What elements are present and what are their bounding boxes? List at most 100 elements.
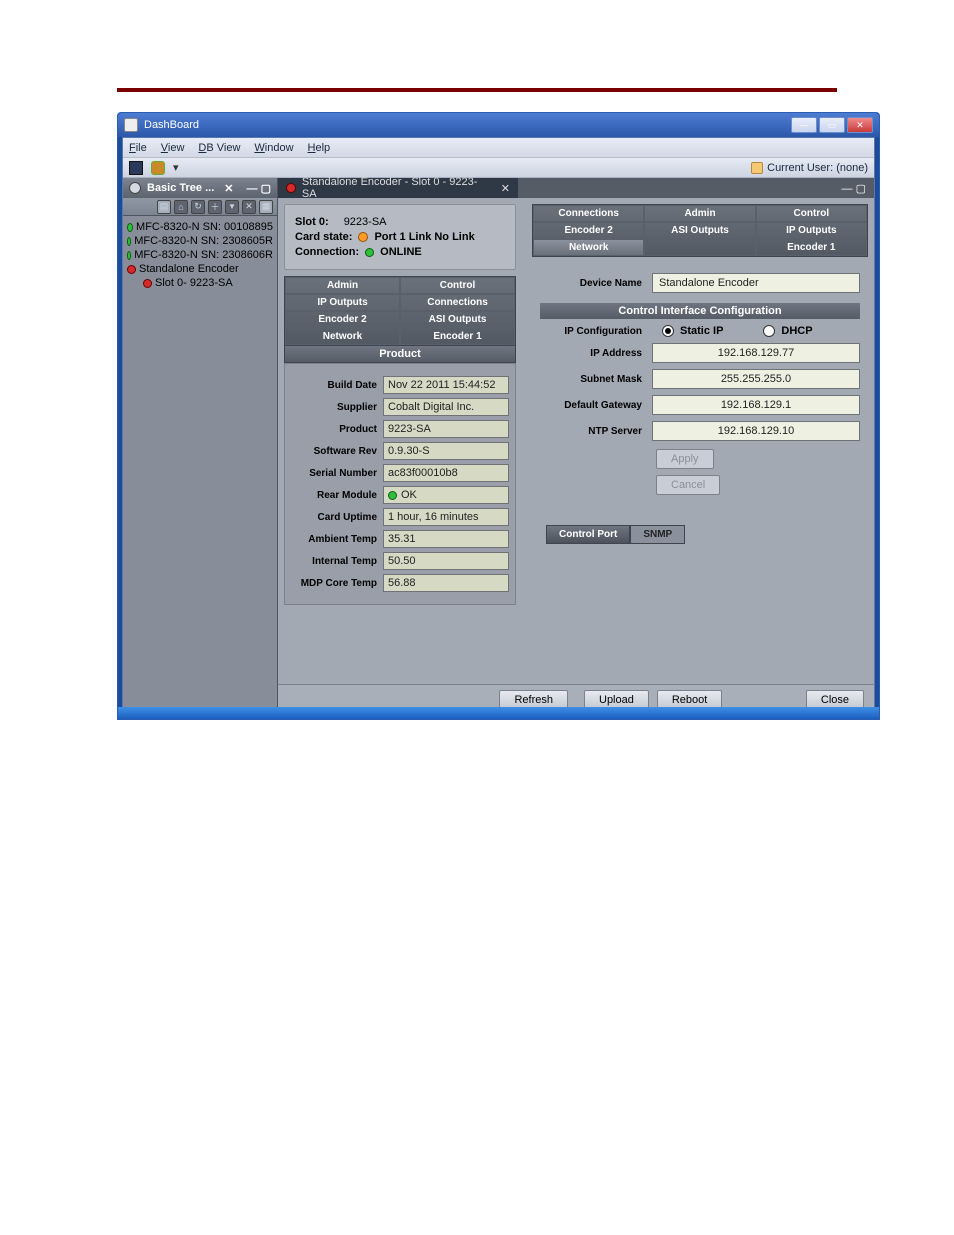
editor-tabstrip: Standalone Encoder - Slot 0 - 9223-SA ✕ …: [278, 178, 874, 198]
field-label: Rear Module: [291, 490, 383, 501]
menu-bar: File View DB View Window Help: [123, 138, 874, 158]
editor-panel-controls[interactable]: — ▢: [842, 182, 874, 195]
tree-row[interactable]: MFC-8320-N SN: 2308606R: [125, 248, 275, 262]
tree-tb-del[interactable]: ✕: [242, 200, 256, 214]
device-name-label: Device Name: [540, 278, 652, 289]
gear-icon: [129, 182, 141, 194]
field-label: Build Date: [291, 380, 383, 391]
product-form: Build DateNov 22 2011 15:44:52 SupplierC…: [284, 363, 516, 605]
state-value: Port 1 Link No Link: [374, 231, 474, 243]
toolbar-dropdown-icon[interactable]: ▾: [173, 161, 179, 174]
tree-tb-refresh[interactable]: ↻: [191, 200, 205, 214]
status-dot-green: [127, 223, 133, 232]
editor-tab[interactable]: Standalone Encoder - Slot 0 - 9223-SA ✕: [278, 178, 518, 198]
maximize-button[interactable]: ▭: [819, 117, 845, 133]
menu-help[interactable]: Help: [308, 142, 331, 154]
tree-panel: Basic Tree ... ✕ — ▢ ▤ ⌂ ↻ ＋ ▾ ✕ ▦ MFC-8…: [123, 178, 278, 714]
apply-button[interactable]: Apply: [656, 449, 714, 469]
radio-dot-selected: [662, 325, 674, 337]
rtab-asi[interactable]: ASI Outputs: [644, 222, 755, 239]
field-value: OK: [383, 486, 509, 504]
tree-label: MFC-8320-N SN: 2308606R: [134, 249, 273, 261]
status-dot-red: [127, 265, 136, 274]
toolbar-icon-1[interactable]: [129, 161, 143, 175]
mask-input[interactable]: [652, 369, 860, 389]
cancel-button[interactable]: Cancel: [656, 475, 720, 495]
tab-admin[interactable]: Admin: [285, 277, 400, 294]
menu-window[interactable]: Window: [254, 142, 293, 154]
tree-row[interactable]: MFC-8320-N SN: 2308605R: [125, 234, 275, 248]
tab-product[interactable]: Product: [284, 346, 516, 363]
tab-ipoutputs[interactable]: IP Outputs: [285, 294, 400, 311]
close-button[interactable]: ✕: [847, 117, 873, 133]
rtab-connections[interactable]: Connections: [533, 205, 644, 222]
ip-input[interactable]: [652, 343, 860, 363]
app-window: DashBoard — ▭ ✕ File View DB View Window…: [117, 112, 880, 720]
rtab-encoder1[interactable]: Encoder 1: [756, 239, 867, 256]
field-label: Supplier: [291, 402, 383, 413]
tab-connections[interactable]: Connections: [400, 294, 515, 311]
tree-label: Standalone Encoder: [139, 263, 239, 275]
editor-tab-close-icon[interactable]: ✕: [501, 182, 510, 195]
tree-tb-home[interactable]: ⌂: [174, 200, 188, 214]
tree-row[interactable]: MFC-8320-N SN: 00108895: [125, 220, 275, 234]
tree-min-icon[interactable]: — ▢: [247, 182, 271, 195]
field-value: Cobalt Digital Inc.: [383, 398, 509, 416]
tree-label: MFC-8320-N SN: 00108895: [136, 221, 273, 233]
tree-close-icon[interactable]: ✕: [224, 182, 233, 195]
tree-row[interactable]: Standalone Encoder: [125, 262, 275, 276]
btab-control-port[interactable]: Control Port: [546, 525, 630, 544]
btab-snmp[interactable]: SNMP: [630, 525, 685, 544]
right-tabset: Connections Admin Control Encoder 2 ASI …: [532, 204, 868, 257]
title-bar[interactable]: DashBoard — ▭ ✕: [118, 113, 879, 137]
device-tree: MFC-8320-N SN: 00108895 MFC-8320-N SN: 2…: [123, 216, 277, 714]
current-user[interactable]: Current User: (none): [751, 162, 868, 174]
field-label: Internal Temp: [291, 556, 383, 567]
minimize-button[interactable]: —: [791, 117, 817, 133]
tree-tb-dd[interactable]: ▾: [225, 200, 239, 214]
rtab-encoder2[interactable]: Encoder 2: [533, 222, 644, 239]
tree-tb-7[interactable]: ▦: [259, 200, 273, 214]
rtab-control[interactable]: Control: [756, 205, 867, 222]
network-form: Device Name Control Interface Configurat…: [532, 257, 868, 550]
tree-label: MFC-8320-N SN: 2308605R: [134, 235, 273, 247]
ntp-label: NTP Server: [540, 426, 652, 437]
toolbar-icon-2[interactable]: [151, 161, 165, 175]
tree-row[interactable]: Slot 0- 9223-SA: [125, 276, 275, 290]
tree-label: Slot 0- 9223-SA: [155, 277, 233, 289]
app-icon: [124, 118, 138, 132]
ntp-input[interactable]: [652, 421, 860, 441]
gateway-input[interactable]: [652, 395, 860, 415]
toolbar: ▾ Current User: (none): [123, 158, 874, 178]
menu-file[interactable]: File: [129, 142, 147, 154]
device-name-input[interactable]: [652, 273, 860, 293]
radio-dhcp[interactable]: DHCP: [763, 325, 812, 337]
menu-view[interactable]: View: [161, 142, 185, 154]
status-dot-green: [365, 248, 374, 257]
tree-tb-add[interactable]: ＋: [208, 200, 222, 214]
section-title: Control Interface Configuration: [540, 303, 860, 319]
rtab-ipoutputs[interactable]: IP Outputs: [756, 222, 867, 239]
tab-encoder1[interactable]: Encoder 1: [400, 328, 515, 345]
status-dot-green: [388, 491, 397, 500]
menu-dbview[interactable]: DB View: [198, 142, 240, 154]
field-value: 0.9.30-S: [383, 442, 509, 460]
state-label: Card state:: [295, 231, 352, 243]
rtab-admin[interactable]: Admin: [644, 205, 755, 222]
tab-network[interactable]: Network: [285, 328, 400, 345]
tab-asi[interactable]: ASI Outputs: [400, 311, 515, 328]
tree-panel-title: Basic Tree ...: [147, 182, 214, 194]
field-value: 35.31: [383, 530, 509, 548]
field-label: MDP Core Temp: [291, 578, 383, 589]
user-icon: [751, 162, 763, 174]
radio-static[interactable]: Static IP: [662, 325, 723, 337]
tab-encoder2[interactable]: Encoder 2: [285, 311, 400, 328]
conn-value: ONLINE: [380, 246, 422, 258]
tree-tb-1[interactable]: ▤: [157, 200, 171, 214]
ipconf-label: IP Configuration: [540, 326, 652, 337]
status-dot-orange: [358, 232, 368, 242]
field-value: 50.50: [383, 552, 509, 570]
rtab-network[interactable]: Network: [533, 239, 644, 256]
tab-control[interactable]: Control: [400, 277, 515, 294]
field-label: Software Rev: [291, 446, 383, 457]
